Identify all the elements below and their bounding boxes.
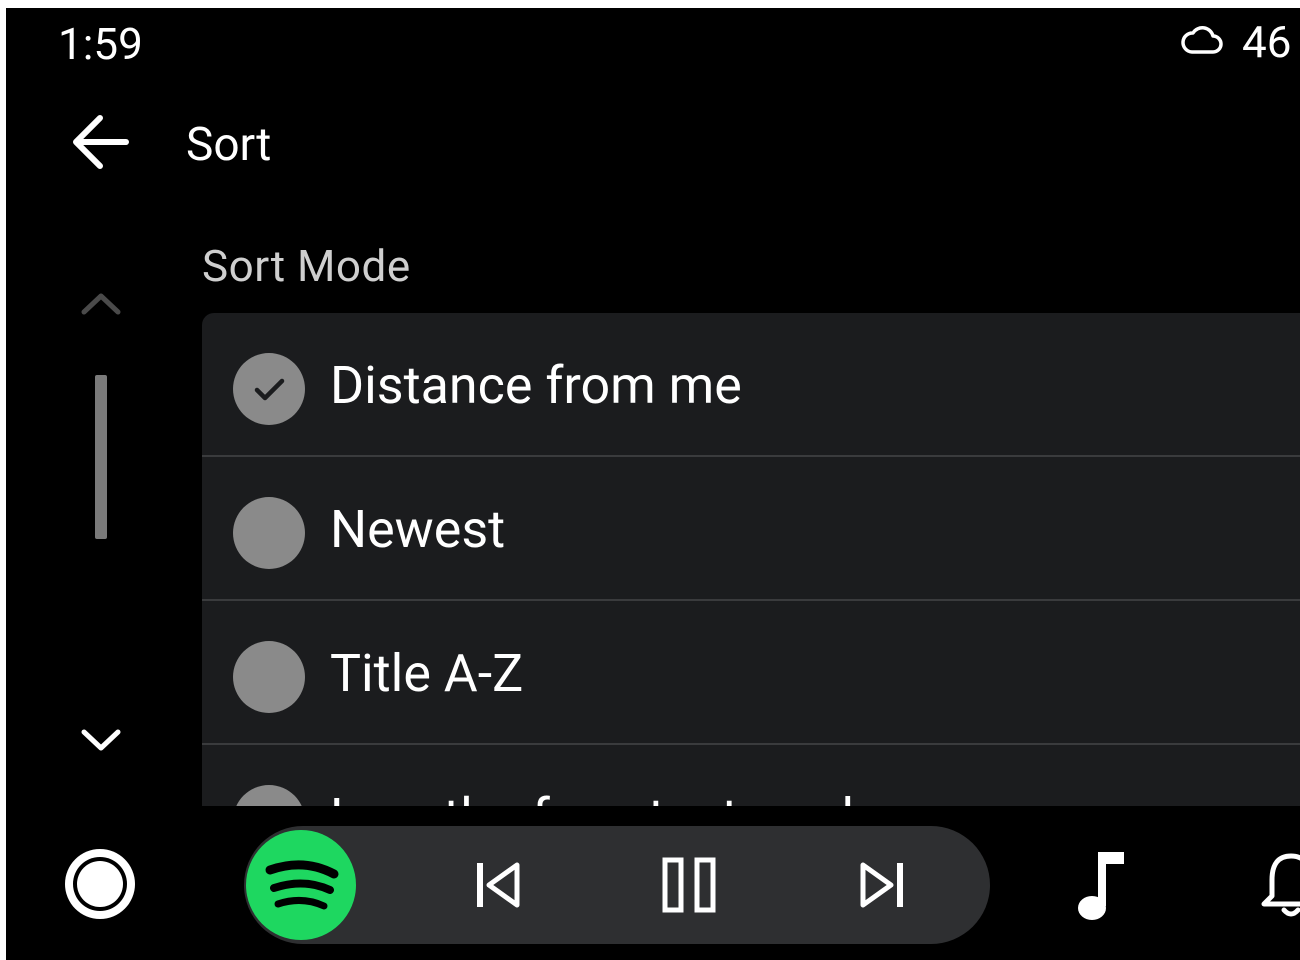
cloud-icon (1180, 22, 1224, 62)
spotify-icon (246, 830, 356, 940)
option-label: Distance from me (330, 355, 742, 416)
skip-previous-icon (477, 862, 520, 908)
option-label: Newest (330, 499, 506, 560)
pause-icon (662, 857, 716, 913)
skip-next-icon (860, 862, 903, 908)
page-title: Sort (186, 118, 272, 172)
sort-options-list: Distance from me Newest Title A-Z Length… (202, 313, 1300, 813)
temperature: 46 (1242, 16, 1292, 68)
sort-option-title[interactable]: Title A-Z (202, 601, 1300, 745)
radio-selected[interactable] (233, 353, 305, 425)
spotify-app-button[interactable] (246, 830, 356, 940)
notifications-button[interactable] (1256, 850, 1300, 920)
bell-icon (1261, 853, 1300, 917)
sort-option-distance[interactable]: Distance from me (202, 313, 1300, 457)
radio-unselected[interactable] (233, 641, 305, 713)
back-button[interactable] (62, 106, 138, 182)
previous-button[interactable] (466, 854, 528, 916)
radio-unselected[interactable] (233, 497, 305, 569)
scroll-up-button[interactable] (76, 282, 126, 328)
check-icon (254, 378, 285, 401)
chevron-up-icon (81, 293, 121, 315)
home-button[interactable] (60, 844, 140, 924)
scrollbar-thumb[interactable] (95, 375, 107, 539)
music-note-icon (1078, 852, 1124, 920)
section-title: Sort Mode (202, 240, 411, 292)
sort-option-length[interactable]: Length of content read (202, 745, 1300, 813)
next-button[interactable] (852, 854, 914, 916)
bottom-navigation-bar (6, 806, 1300, 960)
home-circle-icon (65, 849, 135, 919)
music-button[interactable] (1068, 846, 1138, 926)
option-label: Title A-Z (330, 643, 524, 704)
sort-option-newest[interactable]: Newest (202, 457, 1300, 601)
scroll-down-button[interactable] (76, 716, 126, 762)
media-controls (244, 826, 990, 944)
android-auto-screen: 1:59 46 Sort Sort Mode Distance from me … (6, 8, 1300, 960)
status-time: 1:59 (58, 18, 143, 70)
arrow-left-icon (68, 110, 132, 178)
chevron-down-icon (81, 729, 121, 751)
status-weather: 46 (1180, 16, 1291, 68)
pause-button[interactable] (658, 854, 720, 916)
